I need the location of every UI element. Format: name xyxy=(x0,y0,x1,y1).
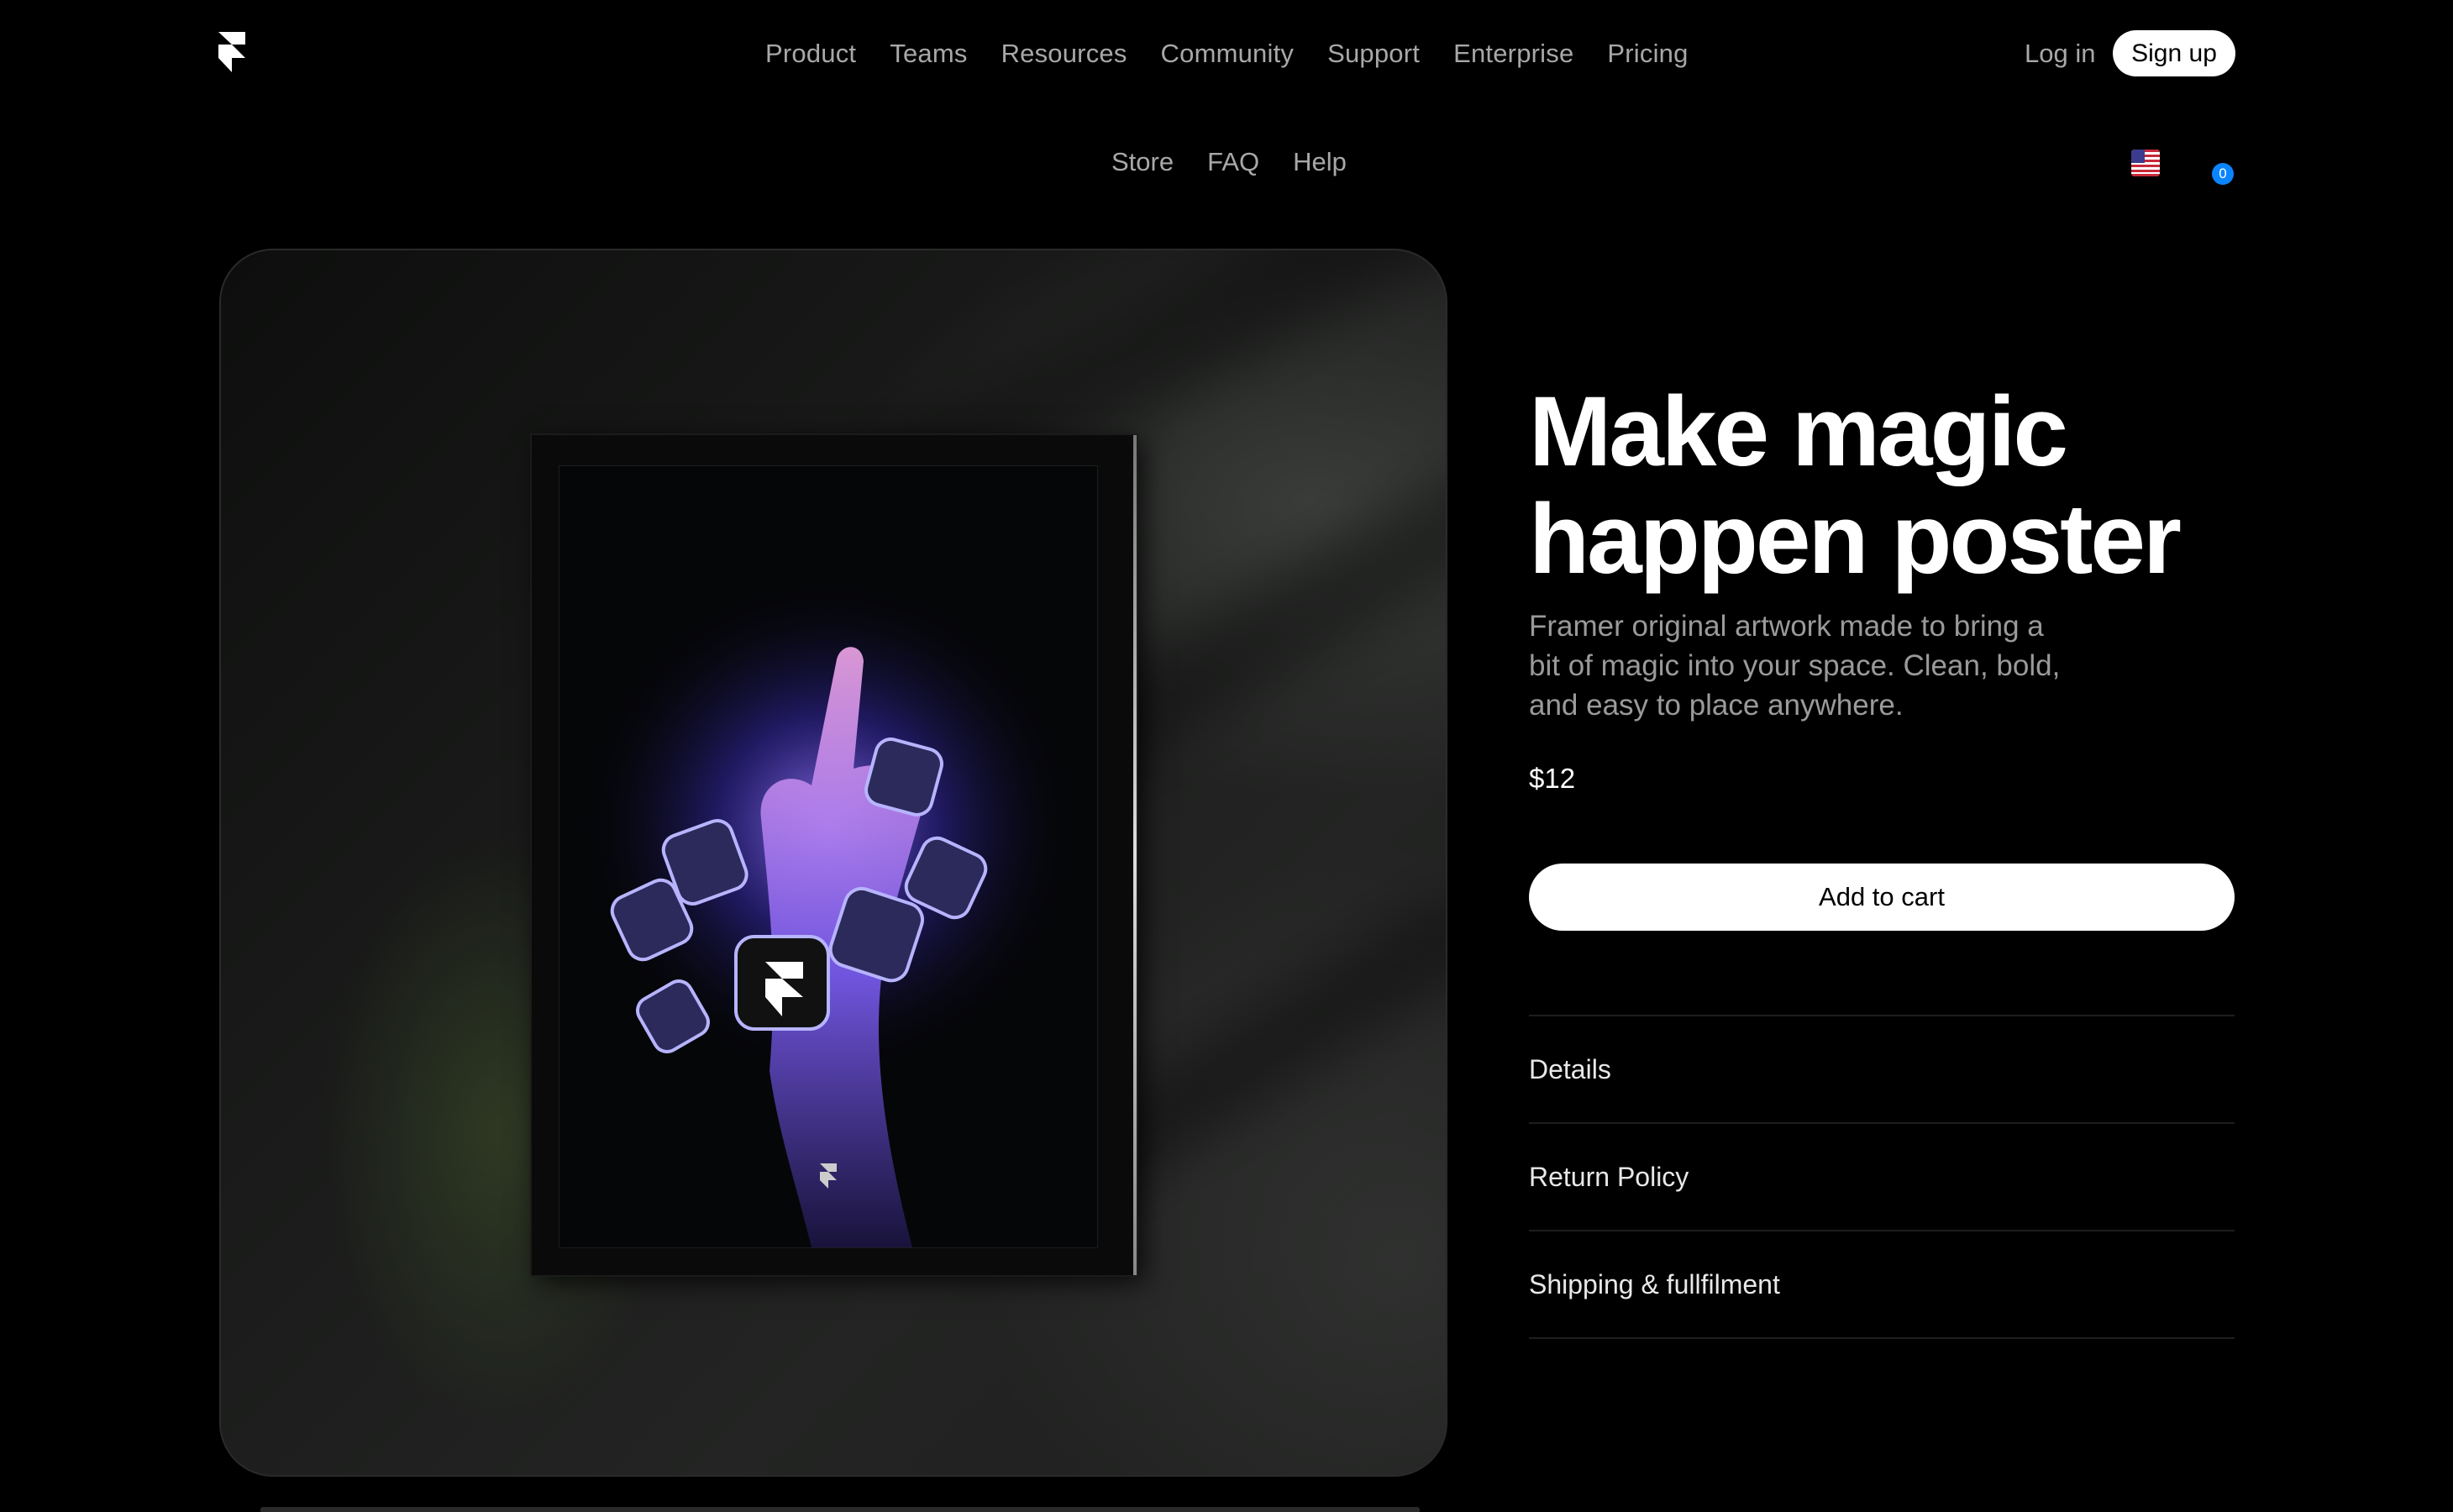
store-subnav: Store FAQ Help xyxy=(1111,144,1380,180)
nav-pricing[interactable]: Pricing xyxy=(1607,35,1688,72)
accordion-shipping[interactable]: Shipping & fullfilment xyxy=(1529,1230,2235,1339)
product-price: $12 xyxy=(1529,763,1576,794)
nav-resources[interactable]: Resources xyxy=(1001,35,1127,72)
login-link[interactable]: Log in xyxy=(2025,35,2095,72)
poster-frame xyxy=(532,435,1137,1275)
product-title-line-2: happen poster xyxy=(1529,484,2182,595)
product-image xyxy=(219,249,1447,1477)
subnav-faq[interactable]: FAQ xyxy=(1207,144,1259,180)
subnav-store[interactable]: Store xyxy=(1111,144,1174,180)
nav-links: Product Teams Resources Community Suppor… xyxy=(765,35,1722,72)
nav-support[interactable]: Support xyxy=(1327,35,1420,72)
subnav-help[interactable]: Help xyxy=(1293,144,1347,180)
add-to-cart-button[interactable]: Add to cart xyxy=(1529,864,2235,931)
accordion-return-policy[interactable]: Return Policy xyxy=(1529,1122,2235,1230)
product-description: Framer original artwork made to bring a … xyxy=(1529,610,2061,722)
nav-enterprise[interactable]: Enterprise xyxy=(1453,35,1573,72)
product-accordion: Details Return Policy Shipping & fullfil… xyxy=(1529,1015,2235,1339)
product-title-line-1: Make magic xyxy=(1529,376,2068,487)
nav-product[interactable]: Product xyxy=(765,35,856,72)
cart-count-badge: 0 xyxy=(2212,163,2234,185)
product-title: Make magic happen poster xyxy=(1529,378,2285,593)
us-flag-icon[interactable] xyxy=(2131,150,2160,176)
signup-button[interactable]: Sign up xyxy=(2113,30,2235,76)
next-image-edge xyxy=(260,1507,1420,1512)
poster-artwork xyxy=(559,465,1098,1248)
accordion-details[interactable]: Details xyxy=(1529,1015,2235,1122)
nav-teams[interactable]: Teams xyxy=(890,35,967,72)
nav-community[interactable]: Community xyxy=(1161,35,1295,72)
